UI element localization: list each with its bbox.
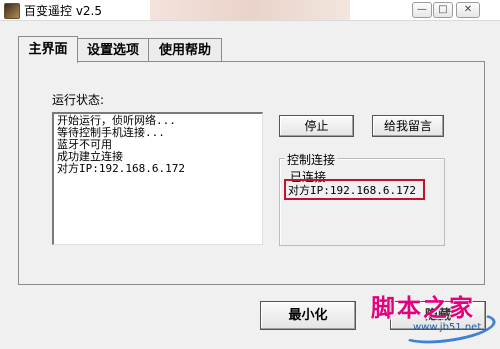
window-title: 百变遥控 v2.5: [24, 4, 103, 18]
minimize-window-button[interactable]: —: [412, 2, 432, 18]
status-log[interactable]: 开始运行，侦听网络... 等待控制手机连接... 蓝牙不可用 成功建立连接 对方…: [52, 112, 263, 245]
watermark-title: 脚本之家: [371, 293, 475, 322]
maximize-window-button[interactable]: □: [433, 2, 453, 18]
watermark-url: www.jb51.net: [413, 322, 482, 333]
minimize-button[interactable]: 最小化: [260, 301, 356, 330]
tab-help[interactable]: 使用帮助: [148, 38, 222, 63]
stop-button[interactable]: 停止: [279, 115, 354, 137]
app-icon: [4, 3, 20, 19]
leave-message-button[interactable]: 给我留言: [372, 115, 444, 137]
watermark: 脚本之家 www.jb51.net: [365, 286, 500, 349]
status-line: 对方IP:192.168.6.172: [57, 162, 185, 175]
close-window-button[interactable]: ✕: [456, 2, 480, 18]
title-bar[interactable]: 百变遥控 v2.5 — □ ✕: [0, 0, 500, 21]
tab-settings[interactable]: 设置选项: [76, 38, 150, 63]
group-title: 控制连接: [285, 151, 338, 168]
tab-main[interactable]: 主界面: [18, 36, 78, 63]
status-label: 运行状态:: [52, 93, 105, 107]
title-photo-strip: [150, 0, 350, 20]
highlight-box: [284, 179, 425, 200]
